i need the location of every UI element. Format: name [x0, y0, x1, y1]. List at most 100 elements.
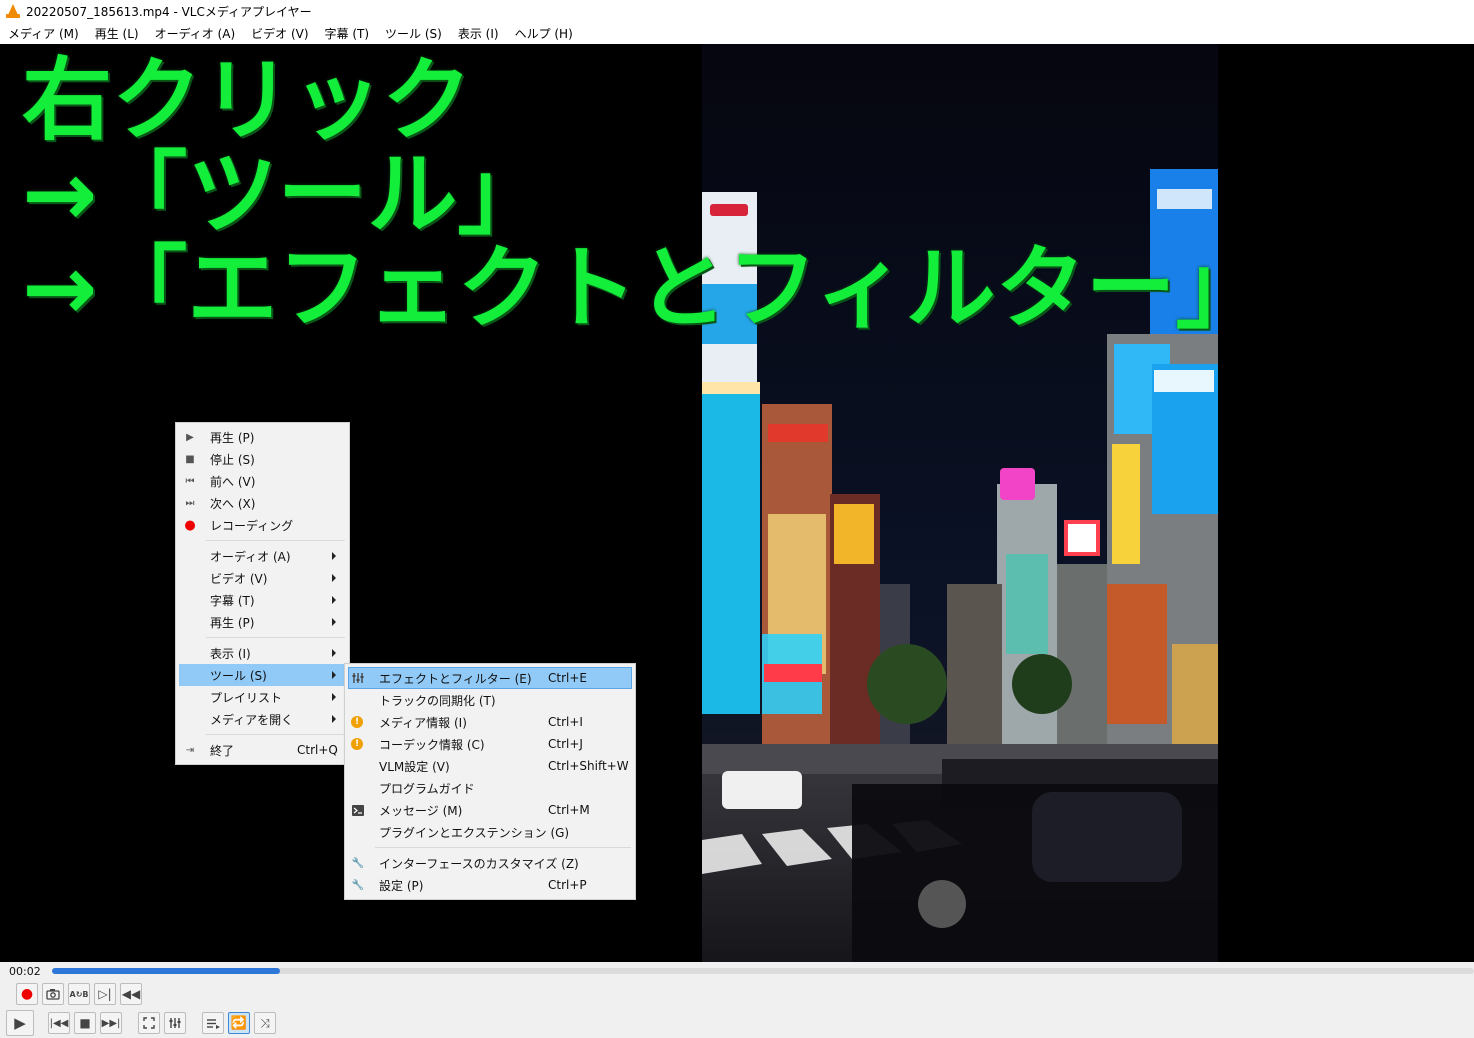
submenu-item-label: 設定 (P) — [379, 878, 424, 893]
loop-button[interactable]: 🔁 — [228, 1012, 250, 1034]
seek-progress — [52, 968, 280, 974]
submenu-arrow-icon — [332, 693, 336, 701]
ctx-item-recording[interactable]: ● レコーディング — [176, 514, 349, 536]
ctx-item-label: 表示 (I) — [210, 646, 251, 661]
menu-help[interactable]: ヘルプ (H) — [507, 25, 581, 42]
submenu-item-messages[interactable]: メッセージ (M) Ctrl+M — [345, 799, 635, 821]
ctx-item-playback[interactable]: 再生 (P) — [176, 611, 349, 633]
wrench-icon: 🔧 — [351, 857, 365, 869]
ctx-item-label: 字幕 (T) — [210, 593, 255, 608]
ctx-item-previous[interactable]: ⏮ 前へ (V) — [176, 470, 349, 492]
loop-ab-button[interactable]: A↻B — [68, 983, 90, 1005]
ctx-item-label: メディアを開く — [210, 712, 294, 727]
player-controls: 00:02 ● A↻B ▷| ◀◀ ▶ |◀◀ ■ ▶▶| 🔁 ⤨ — [0, 962, 1474, 1038]
play-icon: ▶ — [14, 1014, 26, 1032]
ctx-item-audio[interactable]: オーディオ (A) — [176, 545, 349, 567]
shuffle-icon: ⤨ — [260, 1015, 270, 1030]
next-icon: ⏭ — [185, 497, 195, 509]
tools-submenu: エフェクトとフィルター (E) Ctrl+E トラックの同期化 (T) ! メデ… — [344, 663, 636, 900]
ctx-item-open-media[interactable]: メディアを開く — [176, 708, 349, 730]
fullscreen-button[interactable] — [138, 1012, 160, 1034]
menu-bar: メディア (M) 再生 (L) オーディオ (A) ビデオ (V) 字幕 (T)… — [0, 22, 1474, 44]
menu-video[interactable]: ビデオ (V) — [243, 25, 316, 42]
extended-settings-button[interactable] — [164, 1012, 186, 1034]
shuffle-button[interactable]: ⤨ — [254, 1012, 276, 1034]
next-icon: ▶▶| — [101, 1017, 121, 1029]
instruction-overlay: 右クリック →「ツール」 →「エフェクトとフィルター」 — [22, 54, 1266, 336]
stop-button[interactable]: ■ — [74, 1012, 96, 1034]
submenu-item-label: コーデック情報 (C) — [379, 737, 485, 752]
record-icon: ● — [20, 986, 34, 1002]
menu-playback[interactable]: 再生 (L) — [87, 25, 147, 42]
menu-separator — [345, 843, 635, 852]
submenu-item-label: トラックの同期化 (T) — [379, 693, 496, 708]
vlc-cone-icon — [6, 4, 20, 18]
seek-bar[interactable] — [52, 968, 1474, 974]
elapsed-time: 00:02 — [9, 965, 41, 978]
ctx-item-label: ツール (S) — [210, 668, 267, 683]
ctx-item-label: 再生 (P) — [210, 615, 255, 630]
submenu-item-shortcut: Ctrl+I — [548, 715, 583, 729]
record-button[interactable]: ● — [16, 983, 38, 1005]
submenu-arrow-icon — [332, 552, 336, 560]
equalizer-icon — [169, 1018, 181, 1028]
ab-loop-icon: A↻B — [69, 989, 89, 999]
ctx-item-view[interactable]: 表示 (I) — [176, 642, 349, 664]
stop-icon: ■ — [79, 1016, 91, 1030]
play-button[interactable]: ▶ — [6, 1010, 34, 1036]
previous-icon: |◀◀ — [49, 1017, 69, 1029]
ctx-item-tools[interactable]: ツール (S) — [179, 664, 346, 686]
ctx-item-label: プレイリスト — [210, 690, 283, 705]
submenu-item-effects-filters[interactable]: エフェクトとフィルター (E) Ctrl+E — [348, 667, 632, 689]
submenu-arrow-icon — [332, 618, 336, 626]
ctx-item-next[interactable]: ⏭ 次へ (X) — [176, 492, 349, 514]
ctx-item-video[interactable]: ビデオ (V) — [176, 567, 349, 589]
camera-icon — [46, 989, 60, 1000]
submenu-arrow-icon — [332, 671, 336, 679]
snapshot-button[interactable] — [42, 983, 64, 1005]
submenu-arrow-icon — [332, 715, 336, 723]
stop-icon: ■ — [185, 453, 195, 465]
ctx-item-subtitle[interactable]: 字幕 (T) — [176, 589, 349, 611]
ctx-item-label: 再生 (P) — [210, 430, 255, 445]
submenu-item-customize-interface[interactable]: 🔧 インターフェースのカスタマイズ (Z) — [345, 852, 635, 874]
submenu-item-label: エフェクトとフィルター (E) — [379, 671, 532, 686]
wrench-icon: 🔧 — [351, 879, 365, 891]
submenu-arrow-icon — [332, 649, 336, 657]
play-icon: ▶ — [186, 431, 194, 443]
submenu-item-track-sync[interactable]: トラックの同期化 (T) — [345, 689, 635, 711]
exit-icon: ⇥ — [185, 744, 195, 756]
ctx-item-playlist[interactable]: プレイリスト — [176, 686, 349, 708]
submenu-item-preferences[interactable]: 🔧 設定 (P) Ctrl+P — [345, 874, 635, 896]
submenu-item-codec-info[interactable]: ! コーデック情報 (C) Ctrl+J — [345, 733, 635, 755]
previous-button[interactable]: |◀◀ — [48, 1012, 70, 1034]
ctx-item-label: 停止 (S) — [210, 452, 255, 467]
submenu-item-shortcut: Ctrl+P — [548, 878, 587, 892]
context-menu: ▶ 再生 (P) ■ 停止 (S) ⏮ 前へ (V) ⏭ 次へ (X) ● レコ… — [175, 422, 350, 765]
frame-step-button[interactable]: ▷| — [94, 983, 116, 1005]
ctx-item-play[interactable]: ▶ 再生 (P) — [176, 426, 349, 448]
submenu-item-program-guide[interactable]: プログラムガイド — [345, 777, 635, 799]
submenu-item-plugins[interactable]: プラグインとエクステンション (G) — [345, 821, 635, 843]
info-icon: ! — [351, 738, 363, 750]
frame-step-icon: ▷| — [98, 987, 112, 1001]
ctx-item-label: レコーディング — [210, 518, 294, 533]
submenu-item-media-info[interactable]: ! メディア情報 (I) Ctrl+I — [345, 711, 635, 733]
ctx-item-quit[interactable]: ⇥ 終了 Ctrl+Q — [176, 739, 349, 761]
menu-audio[interactable]: オーディオ (A) — [147, 25, 244, 42]
menu-view[interactable]: 表示 (I) — [450, 25, 507, 42]
menu-subtitle[interactable]: 字幕 (T) — [317, 25, 378, 42]
overlay-line-3: →「エフェクトとフィルター」 — [22, 236, 1266, 341]
playlist-button[interactable] — [202, 1012, 224, 1034]
ctx-item-label: 前へ (V) — [210, 474, 256, 489]
menu-tools[interactable]: ツール (S) — [377, 25, 450, 42]
submenu-item-label: メディア情報 (I) — [379, 715, 467, 730]
next-button[interactable]: ▶▶| — [100, 1012, 122, 1034]
overlay-line-2: →「ツール」 — [22, 142, 548, 247]
submenu-item-label: インターフェースのカスタマイズ (Z) — [379, 856, 579, 871]
menu-media[interactable]: メディア (M) — [0, 25, 87, 42]
submenu-item-shortcut: Ctrl+J — [548, 737, 583, 751]
ctx-item-stop[interactable]: ■ 停止 (S) — [176, 448, 349, 470]
slower-button[interactable]: ◀◀ — [120, 983, 142, 1005]
submenu-item-vlm-config[interactable]: VLM設定 (V) Ctrl+Shift+W — [345, 755, 635, 777]
